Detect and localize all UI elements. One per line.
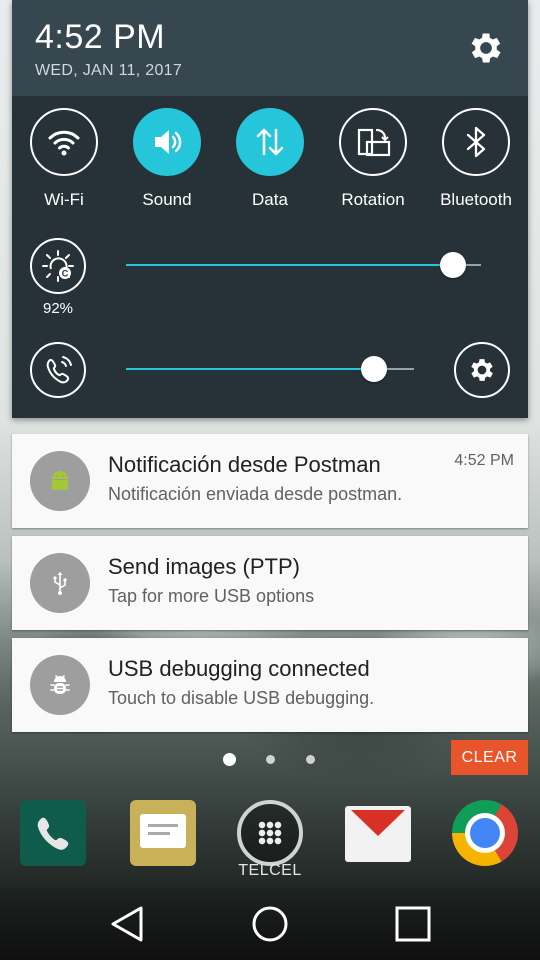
brightness-percent: 92% xyxy=(42,300,74,317)
volume-icon xyxy=(133,108,201,176)
toggle-label: Wi-Fi xyxy=(44,190,84,209)
notification-title: USB debugging connected xyxy=(108,656,370,681)
volume-settings-gear-icon[interactable] xyxy=(454,342,510,398)
android-icon xyxy=(30,451,90,511)
toggle-label: Sound xyxy=(142,190,192,209)
shade-header: 4:52 PM WED, JAN 11, 2017 xyxy=(12,0,528,96)
notification-usb-ptp[interactable]: Send images (PTP) Tap for more USB optio… xyxy=(12,536,528,630)
bluetooth-icon xyxy=(442,108,510,176)
toggle-wifi[interactable]: Wi-Fi xyxy=(14,108,114,210)
phone-app-icon[interactable] xyxy=(20,800,86,866)
clear-notifications-button[interactable]: CLEAR xyxy=(451,740,528,775)
clock-date: WED, JAN 11, 2017 xyxy=(35,62,183,79)
rotation-icon xyxy=(339,108,407,176)
page-dot xyxy=(266,755,275,764)
svg-text:C: C xyxy=(62,269,69,279)
toggle-data[interactable]: Data xyxy=(220,108,320,210)
chrome-app-icon[interactable] xyxy=(452,800,518,866)
notification-text: Notificación enviada desde postman. xyxy=(108,484,403,504)
brightness-auto-icon[interactable]: C xyxy=(30,238,86,294)
bug-icon xyxy=(30,655,90,715)
data-arrows-icon xyxy=(236,108,304,176)
page-dot xyxy=(306,755,315,764)
carrier-label: TELCEL xyxy=(238,862,302,879)
volume-slider-thumb[interactable] xyxy=(360,356,387,382)
brightness-control: C xyxy=(12,238,528,308)
notification-text: Tap for more USB options xyxy=(108,586,315,606)
recents-icon[interactable] xyxy=(393,904,433,944)
notification-title: Notificación desde Postman xyxy=(108,452,381,477)
toggle-label: Data xyxy=(252,190,288,209)
toggle-label: Rotation xyxy=(341,190,405,209)
notification-postman[interactable]: Notificación desde Postman Notificación … xyxy=(12,434,528,528)
back-icon[interactable] xyxy=(107,904,147,944)
quick-settings-panel: 4:52 PM WED, JAN 11, 2017 Wi-Fi Sound Da… xyxy=(12,0,528,418)
volume-slider-fill xyxy=(126,368,374,370)
notification-time: 4:52 PM xyxy=(454,452,514,469)
volume-slider[interactable] xyxy=(126,356,414,382)
toggle-label: Bluetooth xyxy=(440,190,512,209)
notification-title: Send images (PTP) xyxy=(108,554,300,579)
toggle-sound[interactable]: Sound xyxy=(117,108,217,210)
messages-app-icon[interactable] xyxy=(130,800,196,866)
toggle-rotation[interactable]: Rotation xyxy=(323,108,423,210)
wifi-icon xyxy=(30,108,98,176)
app-drawer-icon[interactable] xyxy=(237,800,303,866)
gmail-app-icon[interactable] xyxy=(345,806,411,862)
usb-icon xyxy=(30,553,90,613)
notification-usb-debugging[interactable]: USB debugging connected Touch to disable… xyxy=(12,638,528,732)
navigation-bar xyxy=(0,888,540,960)
ringer-volume-icon[interactable] xyxy=(30,342,86,398)
toggle-bluetooth[interactable]: Bluetooth xyxy=(426,108,526,210)
home-icon[interactable] xyxy=(250,904,290,944)
brightness-slider-fill xyxy=(126,264,453,266)
gear-icon[interactable] xyxy=(466,28,506,68)
notification-text: Touch to disable USB debugging. xyxy=(108,688,375,708)
clock-time: 4:52 PM xyxy=(35,18,166,56)
volume-control xyxy=(12,342,528,412)
brightness-slider[interactable] xyxy=(126,252,481,278)
brightness-slider-thumb[interactable] xyxy=(439,252,466,278)
page-dot-active xyxy=(223,753,236,766)
